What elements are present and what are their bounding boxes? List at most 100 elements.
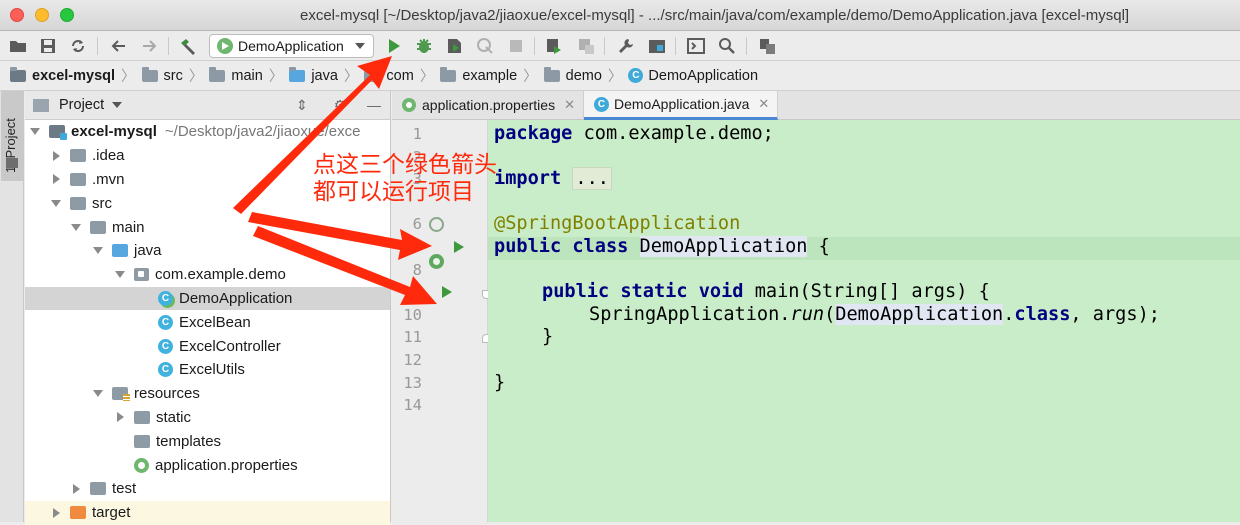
code-editor[interactable]: package com.example.demo; import ... @Sp… [488, 120, 1240, 522]
chevron-right-icon[interactable] [51, 151, 61, 161]
gear-icon[interactable]: ⚙ [331, 97, 349, 115]
debug-icon[interactable] [414, 36, 434, 56]
chevron-down-icon[interactable] [93, 246, 103, 256]
line-number: 14 [403, 396, 422, 415]
terminal-icon[interactable] [686, 36, 706, 56]
source-folder-icon [289, 66, 306, 82]
project-structure-icon[interactable] [647, 36, 667, 56]
coverage-icon[interactable] [444, 36, 464, 56]
close-window-button[interactable] [10, 8, 24, 22]
code-line-7: public class DemoApplication { [494, 236, 830, 257]
run-icon[interactable] [384, 36, 404, 56]
search-icon[interactable] [717, 36, 737, 56]
class-icon: C [158, 338, 173, 354]
project-folder-icon [10, 66, 26, 82]
deploy-icon[interactable] [544, 36, 564, 56]
run-gutter-icon-main[interactable] [442, 286, 452, 298]
folder-icon [90, 220, 106, 234]
tab-application-properties[interactable]: application.properties ✕ [392, 91, 584, 119]
settings-wrench-icon[interactable] [616, 36, 636, 56]
tree-item-resources[interactable]: resources [25, 382, 390, 406]
folder-icon [70, 196, 86, 210]
minimize-window-button[interactable] [35, 8, 49, 22]
tree-item-excelcontroller[interactable]: C ExcelController [25, 334, 390, 358]
tree-item-static[interactable]: static [25, 406, 390, 430]
folded-imports[interactable]: ... [572, 167, 612, 191]
chevron-down-icon[interactable] [112, 102, 123, 108]
folder-icon [440, 66, 457, 82]
annotation-line-2: 都可以运行项目 [313, 179, 474, 205]
project-panel-title[interactable]: Project [59, 97, 104, 113]
line-number: 12 [403, 351, 422, 369]
folder-icon [141, 66, 158, 82]
open-folder-icon[interactable] [8, 36, 28, 56]
tree-item-templates[interactable]: templates [25, 429, 390, 453]
chevron-right-icon[interactable] [51, 508, 61, 518]
tree-item-package[interactable]: com.example.demo [25, 263, 390, 287]
tree-item-target[interactable]: target [25, 500, 390, 525]
collapse-all-icon[interactable]: ⇕ [293, 97, 311, 115]
properties-file-icon [402, 98, 416, 112]
breadcrumb-item-class[interactable]: C DemoApplication [628, 68, 758, 84]
tree-item-application-properties[interactable]: application.properties [25, 453, 390, 477]
spring-bean-icon[interactable] [429, 254, 444, 269]
spring-bean-icon[interactable] [429, 217, 444, 232]
excluded-folder-icon [70, 506, 86, 520]
back-icon[interactable] [108, 36, 128, 56]
tree-item-root[interactable]: excel-mysql ~/Desktop/java2/jiaoxue/exce [25, 120, 390, 144]
window-title: excel-mysql [~/Desktop/java2/jiaoxue/exc… [300, 7, 1130, 24]
chevron-down-icon[interactable] [30, 127, 40, 137]
tree-item-main[interactable]: main [25, 215, 390, 239]
main-toolbar: DemoApplication [0, 31, 1240, 61]
breadcrumb-item-main[interactable]: main 〉 [209, 65, 283, 86]
save-icon[interactable] [38, 36, 58, 56]
breadcrumb-item-com[interactable]: com 〉 [364, 65, 434, 86]
tree-item-excelutils[interactable]: C ExcelUtils [25, 358, 390, 382]
line-number: 10 [403, 305, 422, 324]
run-configuration-select[interactable]: DemoApplication [209, 34, 374, 58]
hide-panel-icon[interactable]: — [365, 97, 383, 115]
zoom-window-button[interactable] [60, 8, 74, 22]
close-icon[interactable]: ✕ [758, 96, 769, 112]
folder-icon [543, 66, 560, 82]
forward-icon[interactable] [140, 36, 160, 56]
chevron-down-icon[interactable] [51, 198, 61, 208]
line-number: 6 [412, 215, 422, 234]
folder-icon [134, 410, 150, 424]
profile-icon[interactable] [475, 36, 495, 56]
chevron-right-icon[interactable] [71, 484, 81, 494]
folder-icon [6, 158, 18, 168]
breadcrumb-item-project[interactable]: excel-mysql 〉 [10, 65, 136, 86]
breadcrumb-item-java[interactable]: java 〉 [289, 65, 358, 86]
breadcrumb: excel-mysql 〉 src 〉 main 〉 java 〉 com 〉 examp… [0, 61, 1240, 91]
module-folder-icon [49, 125, 67, 141]
tree-item-demoapplication[interactable]: C DemoApplication [25, 286, 390, 311]
stop-icon[interactable] [506, 36, 526, 56]
chevron-down-icon[interactable] [93, 389, 103, 399]
chevron-right-icon[interactable] [115, 412, 125, 422]
build-icon[interactable] [178, 36, 198, 56]
line-number: 7 [412, 238, 422, 256]
folder-icon [70, 172, 86, 186]
project-panel-header: Project ⇕ ⚙ — [25, 91, 390, 120]
breadcrumb-item-demo[interactable]: demo 〉 [543, 65, 622, 86]
tree-item-java[interactable]: java [25, 239, 390, 263]
sdk-icon[interactable] [757, 36, 777, 56]
tree-item-excelbean[interactable]: C ExcelBean [25, 310, 390, 334]
breadcrumb-item-src[interactable]: src 〉 [141, 65, 203, 86]
tab-demoapplication-java[interactable]: C DemoApplication.java ✕ [584, 91, 779, 120]
close-icon[interactable]: ✕ [564, 97, 575, 113]
chevron-down-icon[interactable] [115, 270, 125, 280]
chevron-right-icon[interactable] [51, 174, 61, 184]
line-number: 1 [412, 125, 422, 143]
spring-class-icon: C [594, 96, 609, 112]
ide-window: excel-mysql [~/Desktop/java2/jiaoxue/exc… [0, 0, 1240, 525]
attach-icon[interactable] [576, 36, 596, 56]
sync-icon[interactable] [68, 36, 88, 56]
chevron-down-icon[interactable] [71, 222, 81, 232]
run-gutter-icon-class[interactable] [454, 241, 464, 253]
breadcrumb-item-example[interactable]: example 〉 [440, 65, 538, 86]
tree-item-test[interactable]: test [25, 477, 390, 501]
code-line-13: } [494, 371, 506, 393]
line-number: 13 [403, 373, 422, 392]
